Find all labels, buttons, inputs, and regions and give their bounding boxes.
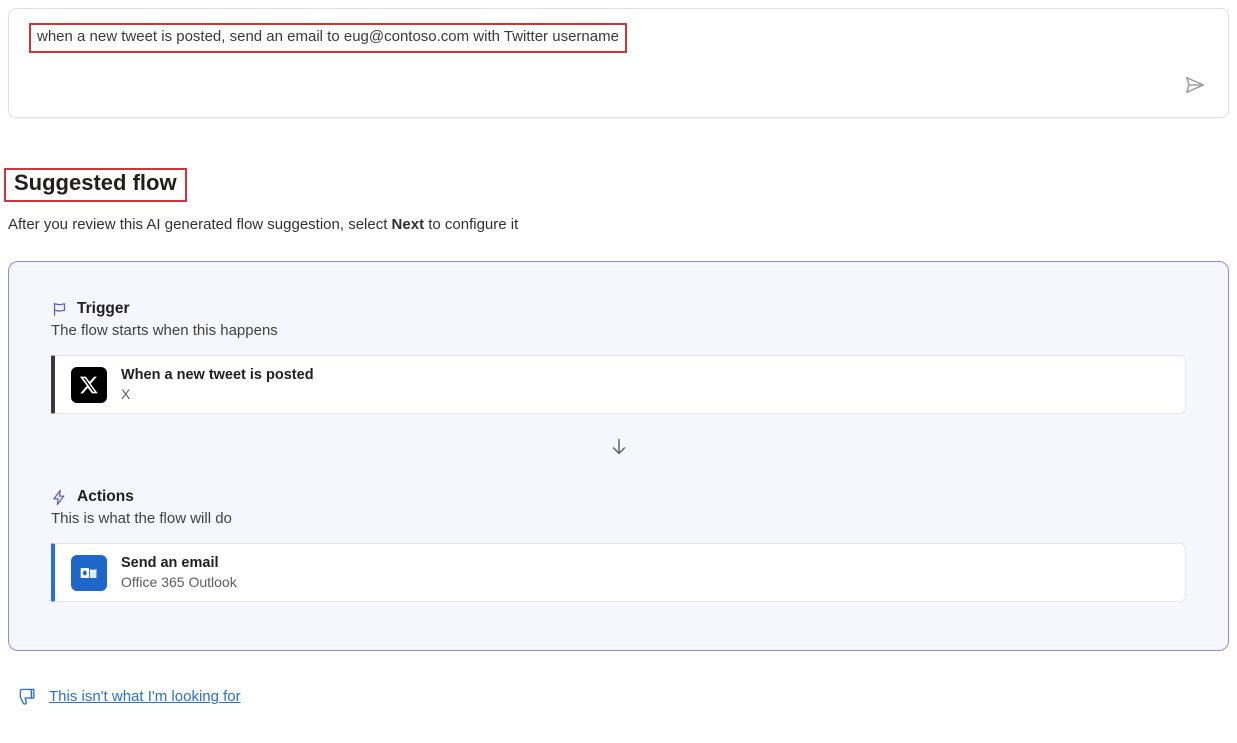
flag-icon <box>51 301 68 318</box>
trigger-step-card[interactable]: When a new tweet is posted X <box>51 355 1186 414</box>
subtitle-bold: Next <box>392 216 425 233</box>
flow-panel: Trigger The flow starts when this happen… <box>8 261 1229 651</box>
feedback-row: This isn't what I'm looking for <box>18 687 1229 706</box>
action-step-title: Send an email <box>121 554 237 573</box>
lightning-icon <box>51 489 68 506</box>
trigger-desc: The flow starts when this happens <box>51 322 1186 339</box>
suggested-flow-title-highlight: Suggested flow <box>4 168 187 202</box>
actions-section: Actions This is what the flow will do Se… <box>51 488 1186 602</box>
trigger-section: Trigger The flow starts when this happen… <box>51 300 1186 414</box>
send-icon <box>1184 74 1206 99</box>
action-step-card[interactable]: Send an email Office 365 Outlook <box>51 543 1186 602</box>
trigger-step-sub: X <box>121 385 314 403</box>
trigger-label: Trigger <box>77 300 130 318</box>
actions-label: Actions <box>77 488 134 506</box>
outlook-logo-icon <box>71 555 107 591</box>
trigger-step-title: When a new tweet is posted <box>121 366 314 385</box>
suggested-flow-section: Suggested flow After you review this AI … <box>8 168 1229 706</box>
prompt-input-card[interactable]: when a new tweet is posted, send an emai… <box>8 8 1229 118</box>
actions-desc: This is what the flow will do <box>51 510 1186 527</box>
prompt-text: when a new tweet is posted, send an emai… <box>29 23 627 53</box>
not-looking-for-link[interactable]: This isn't what I'm looking for <box>49 688 241 705</box>
send-button[interactable] <box>1180 71 1210 101</box>
suggested-flow-title: Suggested flow <box>14 170 177 195</box>
arrow-down-icon <box>51 436 1186 458</box>
thumbs-down-icon[interactable] <box>18 687 37 706</box>
suggested-flow-subtitle: After you review this AI generated flow … <box>8 216 1229 233</box>
action-step-sub: Office 365 Outlook <box>121 573 237 591</box>
x-logo-icon <box>71 367 107 403</box>
subtitle-pre: After you review this AI generated flow … <box>8 216 392 233</box>
subtitle-post: to configure it <box>424 216 518 233</box>
